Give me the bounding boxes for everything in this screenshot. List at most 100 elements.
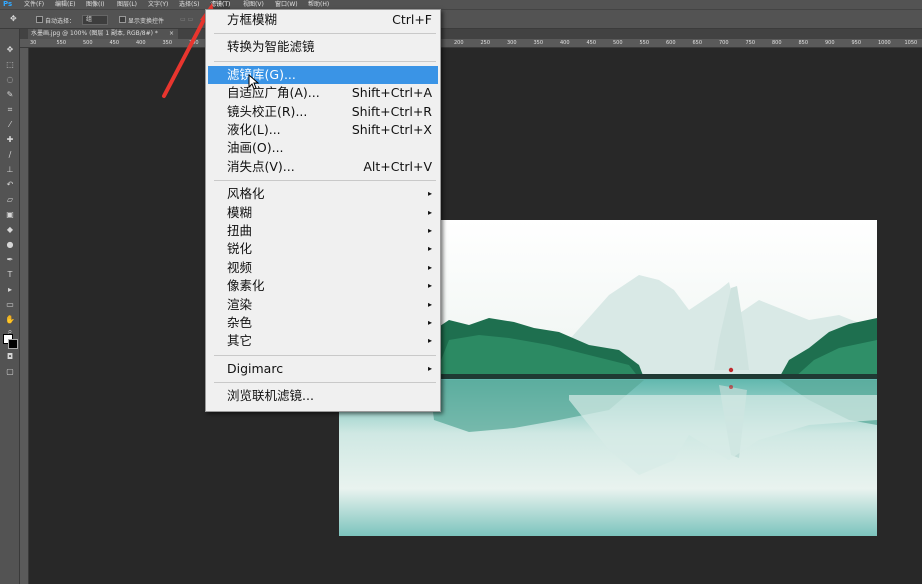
filter-menu-item[interactable]: 液化(L)... Shift+Ctrl+X xyxy=(208,121,438,139)
vertical-ruler xyxy=(20,48,29,584)
menu-select[interactable]: 选择(S) xyxy=(179,0,200,9)
menu-edit[interactable]: 编辑(E) xyxy=(55,0,75,9)
align-icons[interactable]: ▭ ▭ xyxy=(180,16,193,23)
menu-item-label: 渲染 xyxy=(227,296,253,312)
submenu-arrow-icon: ▸ xyxy=(427,281,432,291)
menu-separator xyxy=(214,60,436,62)
gradient-tool-icon[interactable]: ▣ xyxy=(4,209,16,221)
move-tool-icon[interactable]: ✥ xyxy=(4,44,16,56)
menu-item-label: 视频 xyxy=(227,259,253,275)
quick-mask-icon[interactable]: ◘ xyxy=(4,351,16,363)
menu-item-label: 方框模糊 xyxy=(227,12,278,27)
menu-separator xyxy=(214,354,436,356)
ruler-tick-label: 300 xyxy=(189,40,199,46)
menu-separator xyxy=(214,33,436,35)
move-tool-icon[interactable]: ✥ xyxy=(10,14,17,23)
auto-select-label: 自动选择： xyxy=(45,18,76,25)
filter-menu-item[interactable]: 转换为智能滤镜 xyxy=(208,38,438,56)
menu-view[interactable]: 视图(V) xyxy=(243,0,264,9)
type-tool-icon[interactable]: T xyxy=(4,269,16,281)
menu-item-label: 风格化 xyxy=(227,186,265,202)
crop-tool-icon[interactable]: ⌗ xyxy=(4,104,16,116)
show-transform-label: 显示变换控件 xyxy=(128,18,165,25)
menu-item-label: 模糊 xyxy=(227,204,253,220)
marquee-tool-icon[interactable]: ⬚ xyxy=(4,59,16,71)
ruler-tick-label: 600 xyxy=(666,40,676,46)
ruler-tick-label: 500 xyxy=(613,40,623,46)
ruler-tick-label: 400 xyxy=(560,40,570,46)
quick-select-tool-icon[interactable]: ✎ xyxy=(4,89,16,101)
menu-bar: Ps 文件(F) 编辑(E) 图像(I) 图层(L) 文字(Y) 选择(S) 滤… xyxy=(0,0,922,9)
close-tab-icon[interactable]: × xyxy=(169,29,174,39)
menu-filter[interactable]: 滤镜(T) xyxy=(210,0,231,9)
filter-menu-item[interactable]: 风格化 ▸ xyxy=(208,185,438,203)
show-transform-checkbox[interactable] xyxy=(119,16,126,23)
shape-tool-icon[interactable]: ▭ xyxy=(4,299,16,311)
menu-item-label: 液化(L)... xyxy=(227,122,281,137)
brush-tool-icon[interactable]: ∕ xyxy=(4,149,16,161)
ruler-tick-label: 950 xyxy=(851,40,862,46)
filter-menu-item[interactable]: 其它 ▸ xyxy=(208,332,438,350)
menu-item-label: 自适应广角(A)... xyxy=(227,85,320,101)
ruler-tick-label: 650 xyxy=(692,40,703,46)
menu-layer[interactable]: 图层(L) xyxy=(117,0,137,9)
dodge-tool-icon[interactable]: ● xyxy=(4,239,16,251)
ruler-tick-label: 550 xyxy=(56,40,67,46)
background-color-swatch[interactable] xyxy=(8,339,18,349)
auto-select-dropdown[interactable]: 组 xyxy=(82,15,108,25)
filter-menu-item[interactable]: Digimarc ▸ xyxy=(208,360,438,378)
filter-menu-item[interactable]: 方框模糊 Ctrl+F xyxy=(208,11,438,29)
menu-window[interactable]: 窗口(W) xyxy=(275,0,298,9)
filter-menu-item[interactable]: 视频 ▸ xyxy=(208,259,438,277)
screen-mode-icon[interactable]: ▢ xyxy=(4,366,16,378)
filter-menu-item[interactable]: 扭曲 ▸ xyxy=(208,222,438,240)
auto-select-value: 组 xyxy=(86,16,93,23)
filter-menu-item[interactable]: 油画(O)... xyxy=(208,139,438,157)
menu-item-label: 锐化 xyxy=(227,241,253,257)
ruler-tick-label: 1000 xyxy=(878,40,891,46)
filter-menu-item[interactable]: 浏览联机滤镜... xyxy=(208,387,438,405)
horizontal-ruler: 3055050045040035030025020015010050050100… xyxy=(20,39,922,48)
auto-select-checkbox[interactable] xyxy=(36,16,43,23)
submenu-arrow-icon: ▸ xyxy=(427,318,432,327)
menu-help[interactable]: 帮助(H) xyxy=(308,0,329,9)
pen-tool-icon[interactable]: ✒ xyxy=(4,254,16,266)
filter-menu-item[interactable]: 锐化 ▸ xyxy=(208,240,438,258)
eraser-tool-icon[interactable]: ▱ xyxy=(4,194,16,206)
menu-file[interactable]: 文件(F) xyxy=(24,0,44,9)
filter-menu-item[interactable]: 消失点(V)... Alt+Ctrl+V xyxy=(208,158,438,176)
ruler-tick-label: 800 xyxy=(772,40,782,46)
filter-menu-item[interactable]: 模糊 ▸ xyxy=(208,204,438,222)
filter-menu-item[interactable]: 杂色 ▸ xyxy=(208,314,438,332)
menu-item-label: 浏览联机滤镜... xyxy=(227,388,314,404)
ruler-tick-label: 850 xyxy=(798,40,809,46)
filter-menu-item[interactable]: 渲染 ▸ xyxy=(208,296,438,314)
lasso-tool-icon[interactable]: ◌ xyxy=(4,74,16,86)
blur-tool-icon[interactable]: ◆ xyxy=(4,224,16,236)
filter-menu: 方框模糊 Ctrl+F 转换为智能滤镜 滤镜库(G)... 自适应广角(A)... Shi… xyxy=(205,9,441,412)
document-tab[interactable]: 水墨画.jpg @ 100% (图层 1 副本, RGB/8#) * × xyxy=(28,29,178,39)
stamp-tool-icon[interactable]: ⊥ xyxy=(4,164,16,176)
menu-type[interactable]: 文字(Y) xyxy=(148,0,168,9)
eyedropper-tool-icon[interactable]: ⁄ xyxy=(4,119,16,131)
ruler-tick-label: 30 xyxy=(30,40,37,46)
ruler-tick-label: 700 xyxy=(719,40,729,46)
ruler-tick-label: 1050 xyxy=(904,40,918,46)
tools-panel: ✥ ⬚ ◌ ✎ ⌗ ⁄ ✚ ∕ ⊥ ↶ ▱ ▣ ◆ ● ✒ T ▸ ▭ ✋ ⌕ … xyxy=(0,29,20,584)
menu-image[interactable]: 图像(I) xyxy=(86,0,104,9)
history-brush-icon[interactable]: ↶ xyxy=(4,179,16,191)
menu-item-shortcut: Shift+Ctrl+R xyxy=(351,103,432,119)
mouse-pointer-icon xyxy=(248,74,260,90)
filter-menu-item[interactable]: 自适应广角(A)... Shift+Ctrl+A xyxy=(208,84,438,102)
menu-item-label: 油画(O)... xyxy=(227,140,284,156)
filter-menu-item[interactable]: 镜头校正(R)... Shift+Ctrl+R xyxy=(208,103,438,121)
submenu-arrow-icon: ▸ xyxy=(427,189,432,199)
filter-menu-item[interactable]: 滤镜库(G)... xyxy=(208,65,438,84)
ruler-tick-label: 200 xyxy=(454,40,464,46)
path-select-icon[interactable]: ▸ xyxy=(4,284,16,296)
submenu-arrow-icon: ▸ xyxy=(427,226,432,235)
hand-tool-icon[interactable]: ✋ xyxy=(4,314,16,326)
healing-tool-icon[interactable]: ✚ xyxy=(4,134,16,146)
menu-item-shortcut: Ctrl+F xyxy=(392,12,432,27)
filter-menu-item[interactable]: 像素化 ▸ xyxy=(208,277,438,295)
